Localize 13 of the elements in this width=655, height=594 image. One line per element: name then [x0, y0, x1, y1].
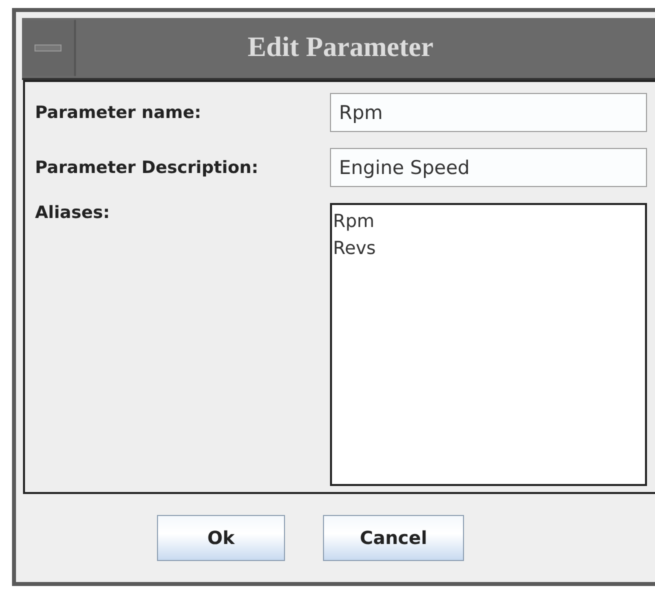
field-label: Parameter Description:	[35, 158, 260, 178]
window-menu-button[interactable]	[22, 20, 76, 76]
input-field[interactable]: Rpm	[330, 93, 647, 132]
ok-button[interactable]: Ok	[157, 515, 285, 561]
field-label: Parameter name:	[35, 102, 202, 122]
cancel-button[interactable]: Cancel	[323, 515, 464, 561]
alias-line: Rpm	[333, 210, 376, 234]
alias-line: Revs	[333, 237, 377, 261]
minimize-icon	[34, 44, 62, 52]
input-field[interactable]: Engine Speed	[330, 148, 647, 187]
field-label: Aliases:	[35, 203, 111, 223]
aliases-text-area[interactable]: Rpm Revs	[330, 203, 647, 486]
window-title: Edit Parameter	[246, 32, 434, 64]
